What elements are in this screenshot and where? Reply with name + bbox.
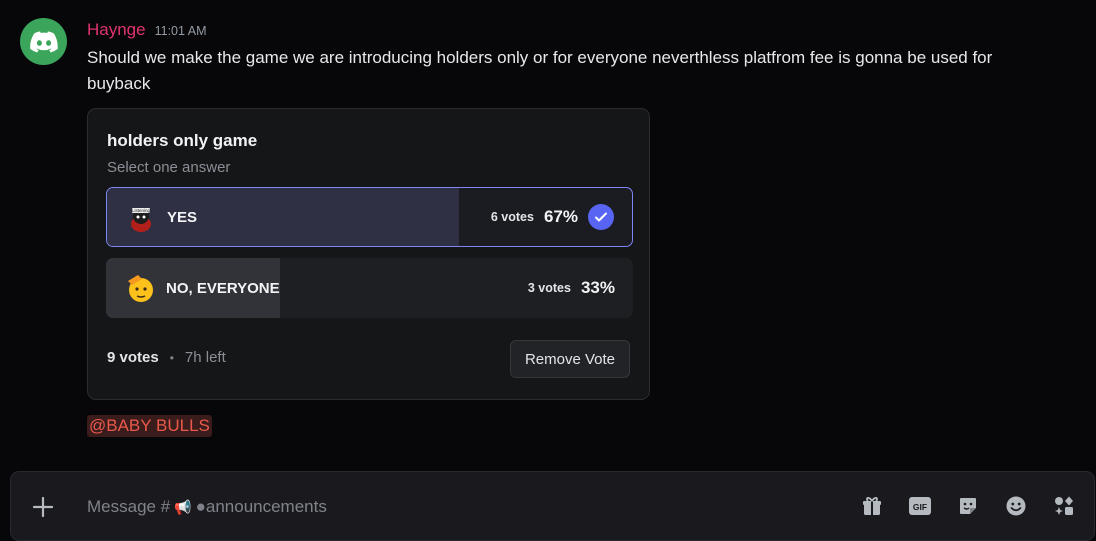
message-content: Should we make the game we are introduci… (87, 48, 993, 93)
message-input[interactable]: Message # 📢 ●announcements (87, 497, 327, 517)
poll-answer-percent: 67% (543, 207, 578, 226)
poll-footer-separator: • (169, 350, 174, 365)
svg-text:GIF: GIF (913, 502, 927, 512)
svg-text:Listening: Listening (132, 208, 151, 213)
poll-card: holders only game Select one answer List… (87, 108, 650, 400)
poll-answer-stats: 3 votes 33% (528, 258, 615, 318)
listening-pepe-emoji-icon: Listening (131, 208, 151, 232)
discord-logo-icon (29, 30, 58, 52)
remove-vote-button[interactable]: Remove Vote (509, 340, 630, 378)
poll-answer-label: NO, EVERYONE (166, 279, 280, 297)
selected-check-icon (588, 204, 614, 230)
poll-answer-stats: 6 votes 67% (491, 188, 614, 246)
poll-answer-no-everyone[interactable]: NO, EVERYONE 3 votes 33% (106, 258, 633, 318)
poll-answer-percent: 33% (580, 278, 615, 297)
apps-icon[interactable] (1052, 494, 1076, 518)
channel-name: ●announcements (195, 497, 327, 516)
poll-hint: Select one answer (107, 159, 231, 176)
poll-answer-label: YES (167, 208, 198, 226)
poll-footer: 9 votes • 7h left (107, 349, 226, 366)
plus-icon[interactable] (32, 496, 54, 518)
poll-time-left: 7h left (184, 349, 226, 366)
poll-question: holders only game (107, 131, 258, 150)
emoji-icon[interactable] (1004, 494, 1028, 518)
sticker-icon[interactable] (956, 494, 980, 518)
poll-answer-votes: 3 votes (527, 281, 571, 295)
role-mention[interactable]: @BABY BULLS (87, 415, 212, 437)
gift-icon[interactable] (860, 494, 884, 518)
poll-total-votes[interactable]: 9 votes (107, 349, 159, 366)
message-input-placeholder: Message # (87, 497, 171, 516)
poll-answer-votes: 6 votes (490, 210, 534, 224)
saluting-face-emoji-icon (128, 275, 153, 302)
message-header: Haynge 11:01 AM (87, 20, 207, 40)
author-name[interactable]: Haynge (87, 20, 146, 40)
message-timestamp: 11:01 AM (154, 24, 207, 38)
composer-tools: GIF (860, 494, 1076, 518)
poll-answer-yes[interactable]: Listening YES 6 votes 67% (106, 187, 633, 247)
message-composer: Message # 📢 ●announcements GIF (10, 471, 1095, 541)
gif-icon[interactable]: GIF (908, 494, 932, 518)
poll-answer-fill (107, 188, 459, 246)
megaphone-icon: 📢 (174, 498, 192, 515)
avatar[interactable] (20, 18, 67, 65)
